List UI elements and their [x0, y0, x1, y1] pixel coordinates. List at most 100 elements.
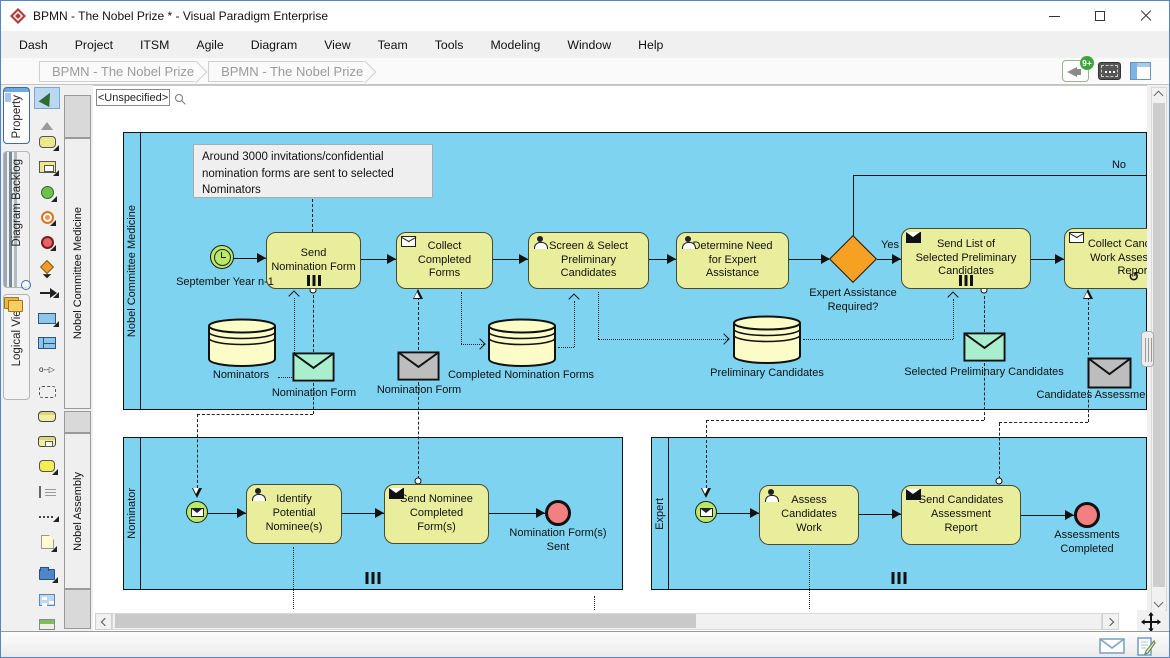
side-tab-label: Diagram Backlog — [11, 159, 23, 247]
datastore-completed-nomination-forms[interactable] — [486, 317, 558, 367]
flow-marker — [257, 253, 266, 263]
text-annotation[interactable]: Around 3000 invitations/confidential nom… — [193, 144, 433, 198]
message-candidates-assessment[interactable] — [1087, 357, 1132, 389]
message-selected-preliminary-candidates[interactable] — [963, 332, 1006, 362]
task-label: Determine Need for Expert Assistance — [692, 240, 772, 281]
panel-splitter-grip[interactable] — [1141, 331, 1154, 367]
menu-item[interactable]: Team — [378, 38, 408, 52]
diagram-label: Yes — [875, 238, 905, 252]
pool-header[interactable]: Expert — [652, 438, 669, 589]
vertical-scrollbar-thumb[interactable] — [1153, 103, 1165, 587]
task-label: Send Nominee Completed Form(s) — [400, 493, 473, 534]
flow-marker — [519, 254, 528, 264]
horizontal-scrollbar[interactable] — [95, 613, 1119, 630]
end-event-tool[interactable] — [34, 231, 60, 253]
call-activity-tool[interactable] — [34, 455, 60, 477]
task-identify-potential-nominees[interactable]: Identify Potential Nominee(s) — [246, 484, 342, 544]
task-determine-need-for-expert-assistance[interactable]: Determine Need for Expert Assistance — [676, 232, 789, 289]
datastore-preliminary-candidates[interactable] — [731, 314, 803, 364]
diagram-label: Selected Preliminary Candidates — [894, 365, 1074, 379]
horizontal-scrollbar-thumb[interactable] — [115, 614, 696, 628]
breadcrumb-item[interactable]: BPMN - The Nobel Prize — [39, 61, 196, 82]
flow-line — [706, 420, 707, 488]
timer-start-event[interactable] — [210, 245, 234, 269]
scroll-right-button[interactable] — [1102, 613, 1119, 630]
pool-tool[interactable] — [34, 307, 60, 329]
notifications-megaphone-icon[interactable]: 9+ — [1062, 60, 1089, 82]
flow-line — [803, 339, 953, 340]
end-event-nomination-forms-sent[interactable] — [545, 500, 571, 526]
lane-tool[interactable] — [34, 332, 60, 354]
search-icon[interactable] — [175, 94, 183, 102]
cursor-tool[interactable] — [34, 87, 60, 109]
tab-diagram-backlog[interactable]: Diagram Backlog — [3, 151, 30, 288]
end-event-assessments-completed[interactable] — [1074, 502, 1100, 528]
menu-item[interactable]: Project — [75, 38, 113, 52]
model-folder-tool[interactable] — [34, 563, 60, 585]
message-start-event-expert[interactable] — [695, 501, 717, 523]
message-start-event-nominator[interactable] — [186, 501, 208, 523]
menu-item[interactable]: Window — [567, 38, 611, 52]
menu-item[interactable]: Dash — [19, 38, 48, 52]
choreography-task-tool[interactable] — [34, 405, 60, 427]
flow-marker — [701, 488, 711, 498]
task-assess-candidates-work[interactable]: Assess Candidates Work — [759, 485, 859, 545]
pool-strip-tab-nobel-assembly[interactable]: Nobel Assembly — [64, 433, 91, 589]
application-window: BPMN - The Nobel Prize * - Visual Paradi… — [0, 0, 1170, 658]
task-send-candidates-assessment-report[interactable]: Send Candidates Assessment Report — [901, 485, 1021, 545]
message-nomination-form[interactable] — [292, 352, 335, 382]
scroll-left-button[interactable] — [95, 613, 112, 630]
group-tool[interactable] — [34, 381, 60, 403]
diagram-canvas[interactable]: <Unspecified> Nobel Committee Medicine No… — [1, 85, 1147, 611]
menu-item[interactable]: Modeling — [490, 38, 540, 52]
minimize-button[interactable] — [1031, 1, 1077, 31]
sequence-flow-tool[interactable] — [34, 282, 60, 304]
fit-selection-icon[interactable] — [1098, 62, 1121, 80]
task-send-nominee-completed-forms[interactable]: Send Nominee Completed Form(s) — [384, 484, 489, 544]
task-label: Screen & Select Preliminary Candidates — [549, 240, 628, 281]
close-button[interactable] — [1123, 1, 1169, 31]
stencil-tool-icon — [39, 486, 55, 498]
menu-item[interactable]: View — [324, 38, 350, 52]
visual-paradigm-logo-icon — [10, 8, 26, 29]
flow-marker — [892, 254, 901, 264]
sub-choreography-tool[interactable] — [34, 430, 60, 452]
tab-property[interactable]: Property — [3, 87, 30, 144]
menu-item[interactable]: Tools — [435, 38, 464, 52]
dotted-connector-tool[interactable] — [34, 506, 60, 528]
task-send-list-of-selected-preliminary-candidates[interactable]: Send List of Selected Preliminary Candid… — [901, 228, 1031, 289]
side-tab-icon — [8, 253, 26, 269]
menu-item[interactable]: Diagram — [251, 38, 297, 52]
message-nomination-form-returned[interactable] — [397, 351, 440, 381]
task-collect-candidates-work-assessment-report[interactable]: Collect Candidates Work Assessment Repor… — [1064, 228, 1147, 289]
data-object-tool[interactable] — [34, 531, 60, 553]
association-tool[interactable] — [34, 357, 60, 379]
flow-line — [598, 292, 599, 339]
pool-name: Nominator — [126, 488, 138, 539]
breadcrumb-item[interactable]: BPMN - The Nobel Prize — [208, 61, 365, 82]
tab-logical-view[interactable]: Logical View — [3, 294, 30, 400]
start-event-tool[interactable] — [34, 181, 60, 203]
text-annotation-tool[interactable] — [34, 481, 60, 503]
pool-header[interactable]: Nominator — [124, 438, 141, 589]
menu-item[interactable]: ITSM — [140, 38, 169, 52]
maximize-button[interactable] — [1077, 1, 1123, 31]
task-tool[interactable] — [34, 131, 60, 153]
task-collect-completed-forms[interactable]: Collect Completed Forms — [396, 232, 493, 289]
panel-layout-icon[interactable] — [1130, 62, 1151, 80]
mail-icon[interactable] — [1099, 637, 1125, 658]
pool-strip-tab-nobel-committee-medicine[interactable]: Nobel Committee Medicine — [64, 138, 91, 409]
zoom-level-combo[interactable]: <Unspecified> — [96, 89, 170, 106]
flow-marker — [667, 254, 676, 264]
task-screen-select-preliminary-candidates[interactable]: Screen & Select Preliminary Candidates — [528, 232, 649, 289]
gateway-tool[interactable] — [34, 256, 60, 278]
diagram-overview-tool[interactable] — [34, 589, 60, 611]
pool-header[interactable]: Nobel Committee Medicine — [124, 133, 141, 409]
intermediate-event-tool[interactable] — [34, 206, 60, 228]
menu-item[interactable]: Agile — [196, 38, 223, 52]
edit-document-icon[interactable] — [1136, 637, 1156, 658]
subprocess-tool[interactable] — [34, 156, 60, 178]
menu-item[interactable]: Help — [638, 38, 663, 52]
datastore-nominators[interactable] — [206, 317, 278, 367]
flow-line — [853, 175, 854, 236]
